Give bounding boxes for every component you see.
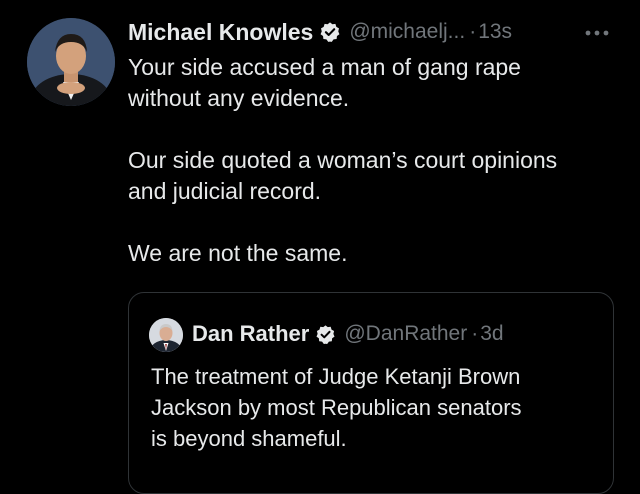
tweet[interactable]: Michael Knowles @michaelj... · 13s Your … [0, 0, 640, 494]
tweet-header: Michael Knowles @michaelj... · 13s [128, 16, 628, 48]
time-separator: · [469, 20, 477, 43]
quoted-avatar-image [149, 318, 183, 352]
quoted-author-handle[interactable]: @DanRather [344, 322, 467, 346]
verified-badge-icon [319, 21, 341, 43]
avatar[interactable] [27, 18, 115, 106]
verified-badge-icon [315, 324, 336, 345]
timestamp[interactable]: 13s [478, 20, 512, 44]
quoted-tweet[interactable]: Dan Rather @DanRather · 3d The treatment… [128, 292, 614, 494]
tweet-text: Your side accused a man of gang rape wit… [128, 52, 628, 300]
quoted-avatar[interactable] [149, 318, 183, 352]
tweet-paragraph: We are not the same. [128, 240, 348, 266]
author-name[interactable]: Michael Knowles [128, 19, 313, 46]
quoted-text: The treatment of Judge Ketanji Brown Jac… [151, 364, 522, 451]
tweet-paragraph: Our side quoted a woman’s court opinions… [128, 147, 558, 204]
time-separator: · [471, 322, 479, 345]
quoted-timestamp[interactable]: 3d [480, 322, 503, 346]
author-handle[interactable]: @michaelj... [349, 20, 465, 44]
more-options-icon[interactable] [582, 26, 612, 38]
avatar-image [27, 18, 115, 106]
quoted-header: Dan Rather @DanRather · 3d [192, 319, 504, 349]
quoted-author-name[interactable]: Dan Rather [192, 321, 309, 347]
tweet-paragraph: Your side accused a man of gang rape wit… [128, 54, 521, 111]
